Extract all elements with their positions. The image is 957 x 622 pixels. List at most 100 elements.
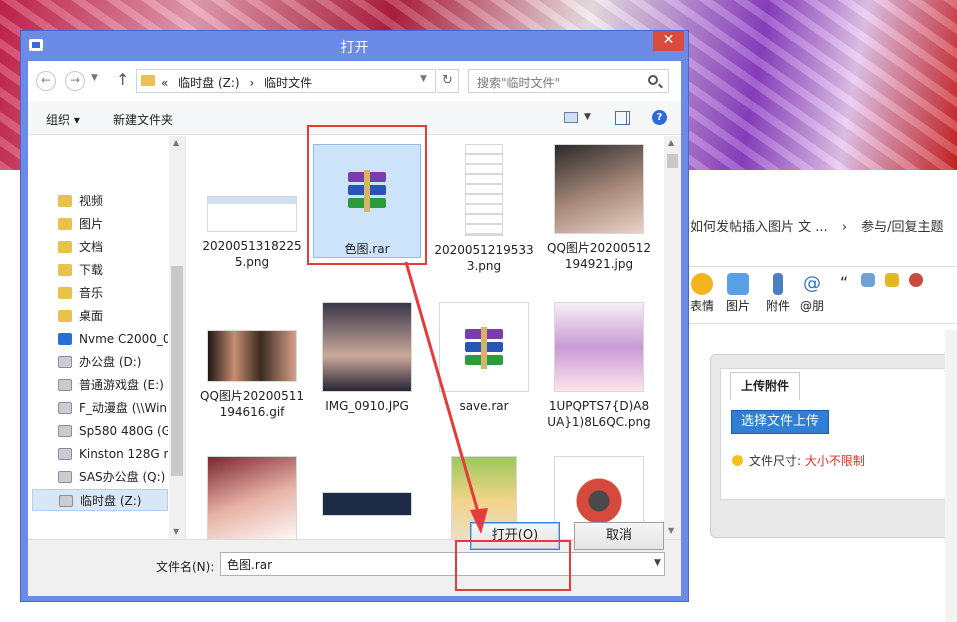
smiley-icon — [691, 273, 713, 295]
nav-item[interactable]: 办公盘 (D:) — [32, 351, 168, 373]
forward-arrow-icon[interactable]: → — [65, 71, 85, 91]
nav-item-label: 文档 — [79, 240, 104, 254]
file-item[interactable]: QQ图片20200511194616.gif — [198, 302, 306, 420]
folder-icon — [58, 241, 72, 253]
nav-scrollbar[interactable]: ▲ ▼ — [169, 136, 185, 539]
folder-icon — [141, 75, 155, 86]
nav-item[interactable]: Kinston 128G n — [32, 443, 168, 465]
file-thumbnail — [207, 456, 297, 539]
address-dropdown-icon[interactable]: ▼ — [420, 74, 427, 84]
folder-icon — [58, 287, 72, 299]
toolbar-image-button[interactable]: 图片 — [718, 273, 758, 314]
help-icon[interactable]: ? — [652, 110, 667, 125]
quote-icon: “ — [839, 273, 849, 292]
dialog-titlebar[interactable]: 打开 ✕ — [21, 31, 688, 61]
toolbar-user-button[interactable] — [904, 273, 928, 289]
breadcrumb-item[interactable]: 参与/回复主题 — [861, 220, 943, 235]
select-file-upload-button[interactable]: 选择文件上传 — [731, 410, 829, 434]
search-icon[interactable] — [648, 75, 658, 85]
recent-locations-chevron-icon[interactable]: ▼ — [91, 73, 98, 83]
upload-tab[interactable]: 上传附件 — [730, 372, 800, 400]
address-separator[interactable]: › — [249, 76, 254, 90]
address-segment-folder[interactable]: 临时文件 — [264, 76, 312, 90]
file-name: 20200512195333.png — [434, 243, 534, 273]
toolbar-key-button[interactable] — [880, 273, 904, 289]
organize-button[interactable]: 组织 ▾ — [46, 111, 80, 128]
toolbar-mention-button[interactable]: @ @朋 — [792, 273, 832, 314]
preview-pane-icon[interactable] — [615, 111, 630, 125]
scroll-up-icon[interactable]: ▲ — [173, 138, 179, 147]
navigation-pane: 视频图片文档下载音乐桌面 Nvme C2000_0 办公盘 (D:) 普通游戏盘 (E… — [28, 136, 186, 539]
folder-icon — [58, 218, 72, 230]
file-item[interactable] — [313, 456, 421, 522]
back-arrow-icon[interactable]: ← — [36, 71, 56, 91]
file-item[interactable]: QQ图片20200512194921.jpg — [545, 144, 653, 272]
nav-item[interactable]: SAS办公盘 (Q:) — [32, 466, 168, 488]
nav-item[interactable]: F_动漫盘 (\\Win — [32, 397, 168, 419]
change-view-icon[interactable] — [564, 112, 578, 123]
toolbar-quote-button[interactable]: “ — [832, 273, 856, 292]
nav-item[interactable]: 视频 — [32, 190, 168, 212]
drive-icon — [58, 471, 72, 483]
nav-item[interactable]: 下载 — [32, 259, 168, 281]
refresh-icon[interactable]: ↻ — [437, 69, 459, 93]
nav-item[interactable]: Sp580 480G (G — [32, 420, 168, 442]
nav-item[interactable]: 临时盘 (Z:) — [32, 489, 168, 511]
filename-input[interactable]: 色图.rar — [220, 552, 665, 576]
search-box[interactable]: 搜索"临时文件" — [468, 69, 669, 93]
file-thumbnail — [322, 492, 412, 516]
scroll-up-icon[interactable]: ▲ — [668, 138, 674, 147]
highlight-box-file — [307, 125, 427, 265]
breadcrumb-item[interactable]: 如何发帖插入图片 文 ... — [690, 220, 828, 235]
address-overflow[interactable]: « — [161, 76, 168, 90]
close-button[interactable]: ✕ — [653, 31, 684, 51]
nav-item-label: 普通游戏盘 (E:) — [79, 378, 164, 392]
nav-item-label: 办公盘 (D:) — [79, 355, 142, 369]
nav-item-label: 下载 — [79, 263, 104, 277]
address-bar[interactable]: « 临时盘 (Z:) › 临时文件 ▼ — [136, 69, 436, 93]
scroll-thumb[interactable] — [171, 266, 183, 476]
breadcrumb-separator: › — [841, 220, 848, 235]
key-icon — [885, 273, 899, 287]
nav-item-label: 音乐 — [79, 286, 104, 300]
address-segment-drive[interactable]: 临时盘 (Z:) — [178, 76, 239, 90]
scroll-down-icon[interactable]: ▼ — [668, 526, 674, 535]
folder-icon — [58, 310, 72, 322]
scroll-down-icon[interactable]: ▼ — [173, 527, 179, 536]
code-icon — [861, 273, 875, 287]
nav-item-label: 视频 — [79, 194, 104, 208]
file-item[interactable] — [198, 456, 306, 539]
drive-icon — [58, 448, 72, 460]
filename-dropdown-icon[interactable]: ▼ — [654, 558, 661, 568]
folder-icon — [58, 264, 72, 276]
toolbar-code-button[interactable] — [856, 273, 880, 289]
nav-item[interactable]: 普通游戏盘 (E:) — [32, 374, 168, 396]
nav-item[interactable]: 音乐 — [32, 282, 168, 304]
file-list-scrollbar[interactable]: ▲ ▼ — [664, 136, 681, 539]
drive-icon — [58, 356, 72, 368]
nav-item[interactable]: 图片 — [32, 213, 168, 235]
nav-item[interactable]: 文档 — [32, 236, 168, 258]
nav-item-label: SAS办公盘 (Q:) — [79, 470, 166, 484]
search-input[interactable]: 搜索"临时文件" — [477, 74, 560, 91]
drive-icon — [59, 495, 73, 507]
cancel-button[interactable]: 取消 — [574, 522, 664, 550]
file-thumbnail — [554, 302, 644, 392]
file-item[interactable]: IMG_0910.JPG — [313, 302, 421, 414]
nav-item[interactable]: 桌面 — [32, 305, 168, 327]
new-folder-button[interactable]: 新建文件夹 — [113, 111, 173, 128]
file-name: IMG_0910.JPG — [325, 399, 409, 413]
nav-item[interactable]: Nvme C2000_0 — [32, 328, 168, 350]
folder-icon — [58, 195, 72, 207]
image-icon — [727, 273, 749, 295]
file-item[interactable]: 20200513182255.png — [198, 144, 306, 270]
drive-icon — [58, 402, 72, 414]
file-thumbnail — [322, 302, 412, 392]
scroll-thumb[interactable] — [667, 154, 678, 168]
file-name: save.rar — [459, 399, 509, 413]
file-item[interactable]: 1UPQPTS7{D)A8UA}1)8L6QC.png — [545, 302, 653, 430]
up-arrow-icon[interactable]: ↑ — [116, 70, 129, 89]
view-dropdown-icon[interactable]: ▼ — [584, 112, 591, 122]
file-item[interactable]: save.rar — [430, 302, 538, 414]
file-item[interactable]: 20200512195333.png — [430, 144, 538, 274]
